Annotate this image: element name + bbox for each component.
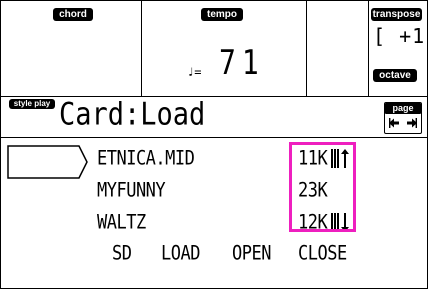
softkey-sd[interactable]: SD [112,242,132,265]
transpose-value: [ +1 [373,24,426,48]
chord-label[interactable]: chord [53,8,93,21]
page-arrows-icon [389,118,417,128]
octave-label[interactable]: octave [373,69,417,82]
file-selector-arrow[interactable] [7,145,95,179]
tempo-label[interactable]: tempo [201,8,243,21]
page-title: Card:Load [59,97,206,133]
softkey-load[interactable]: LOAD [161,242,200,265]
size-column-highlight [289,142,356,232]
softkey-close[interactable]: CLOSE [298,242,347,265]
title-bottom-rule [1,137,427,138]
quarter-note-icon: ♩= [187,65,202,79]
page-navigator[interactable]: page [384,102,422,134]
tempo-value: 71 [219,43,265,83]
header-divider [306,1,307,96]
softkey-open[interactable]: OPEN [232,242,271,265]
style-play-badge: style play [9,99,55,109]
header-divider [141,1,142,96]
page-label: page [385,103,421,114]
transpose-label[interactable]: transpose [371,8,422,21]
lcd-display: chord tempo ♩= 71 transpose [ +1 octave … [0,0,428,289]
header-divider [368,1,369,96]
list-item-name[interactable]: WALTZ [97,211,146,234]
list-item-name[interactable]: ETNICA.MID [97,147,195,170]
list-item-name[interactable]: MYFUNNY [97,179,166,202]
